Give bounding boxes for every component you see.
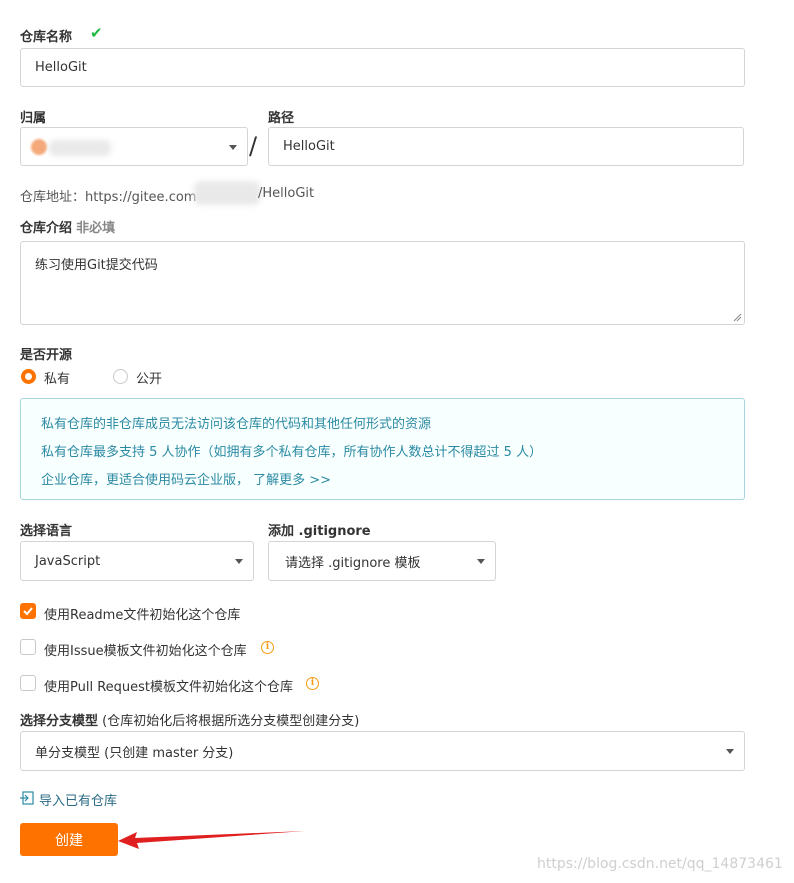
import-repo-link[interactable]: 导入已有仓库 bbox=[20, 789, 140, 809]
path-input[interactable]: HelloGit bbox=[268, 127, 744, 166]
chevron-down-icon bbox=[726, 749, 734, 754]
pr-label: 使用Pull Request模板文件初始化这个仓库 bbox=[44, 680, 294, 695]
language-select[interactable]: JavaScript bbox=[20, 541, 254, 581]
visibility-label: 是否开源 bbox=[20, 348, 73, 363]
repo-url-suffix: /HelloGit bbox=[258, 186, 315, 201]
branch-model-select[interactable]: 单分支模型 (只创建 master 分支) bbox=[20, 731, 745, 771]
branch-model-hint: (仓库初始化后将根据所选分支模型创建分支) bbox=[102, 714, 360, 729]
private-notice: 私有仓库的非仓库成员无法访问该仓库的代码和其他任何形式的资源 私有仓库最多支持 … bbox=[20, 398, 745, 500]
check-icon: ✔ bbox=[90, 24, 103, 42]
repo-name-input[interactable]: HelloGit bbox=[20, 48, 745, 87]
chevron-down-icon bbox=[477, 559, 485, 564]
chevron-down-icon bbox=[229, 144, 237, 150]
chevron-down-icon bbox=[235, 559, 243, 564]
intro-optional: 非必填 bbox=[76, 221, 116, 236]
owner-avatar bbox=[31, 139, 47, 155]
issue-checkbox[interactable] bbox=[20, 639, 36, 655]
readme-label: 使用Readme文件初始化这个仓库 bbox=[44, 608, 241, 623]
info-icon[interactable]: i bbox=[261, 641, 274, 654]
notice-line-3[interactable]: 企业仓库，更适合使用码云企业版， 了解更多 >> bbox=[41, 469, 331, 488]
annotation-arrow bbox=[118, 831, 305, 849]
radio-private-dot[interactable] bbox=[21, 369, 36, 384]
gitignore-label: 添加 .gitignore bbox=[268, 524, 371, 539]
radio-public-label: 公开 bbox=[136, 372, 163, 387]
import-repo-label: 导入已有仓库 bbox=[39, 794, 118, 809]
repo-name-label: 仓库名称 bbox=[20, 30, 73, 45]
checkmark-icon bbox=[23, 607, 33, 616]
intro-textarea[interactable]: 练习使用Git提交代码 bbox=[20, 241, 745, 325]
path-label: 路径 bbox=[268, 111, 295, 126]
info-icon[interactable]: i bbox=[306, 677, 319, 690]
language-value: JavaScript bbox=[35, 553, 101, 569]
repo-url-user-blurred bbox=[194, 181, 260, 205]
branch-model-value: 单分支模型 (只创建 master 分支) bbox=[35, 745, 234, 761]
path-separator: / bbox=[249, 132, 258, 160]
radio-public-dot[interactable] bbox=[113, 369, 128, 384]
init-readme-option[interactable]: 使用Readme文件初始化这个仓库 bbox=[20, 602, 280, 623]
pr-checkbox[interactable] bbox=[20, 675, 36, 691]
owner-name-blurred bbox=[49, 140, 111, 156]
language-label: 选择语言 bbox=[20, 524, 73, 539]
owner-select[interactable] bbox=[20, 127, 248, 166]
readme-checkbox[interactable] bbox=[20, 603, 36, 619]
import-icon bbox=[20, 791, 34, 805]
branch-model-label: 选择分支模型 bbox=[20, 714, 99, 729]
intro-text: 练习使用Git提交代码 bbox=[35, 258, 158, 273]
gitignore-value: 请选择 .gitignore 模板 bbox=[285, 555, 421, 571]
issue-label: 使用Issue模板文件初始化这个仓库 bbox=[44, 644, 247, 659]
init-issue-option[interactable]: 使用Issue模板文件初始化这个仓库 bbox=[20, 638, 290, 659]
radio-public[interactable]: 公开 bbox=[112, 368, 182, 387]
notice-line-1: 私有仓库的非仓库成员无法访问该仓库的代码和其他任何形式的资源 bbox=[41, 417, 432, 432]
watermark: https://blog.csdn.net/qq_14873461 bbox=[537, 856, 783, 872]
radio-private-label: 私有 bbox=[44, 372, 71, 387]
resize-handle-icon[interactable] bbox=[733, 313, 742, 322]
intro-label: 仓库介绍 bbox=[20, 221, 73, 236]
repo-url-prefix: 仓库地址：https://gitee.com bbox=[20, 190, 197, 205]
notice-line-2: 私有仓库最多支持 5 人协作（如拥有多个私有仓库，所有协作人数总计不得超过 5 … bbox=[41, 445, 543, 460]
create-button[interactable]: 创建 bbox=[20, 823, 118, 856]
owner-label: 归属 bbox=[20, 111, 47, 126]
radio-private[interactable]: 私有 bbox=[20, 368, 90, 387]
gitignore-select[interactable]: 请选择 .gitignore 模板 bbox=[268, 541, 496, 581]
init-pr-option[interactable]: 使用Pull Request模板文件初始化这个仓库 bbox=[20, 674, 320, 695]
